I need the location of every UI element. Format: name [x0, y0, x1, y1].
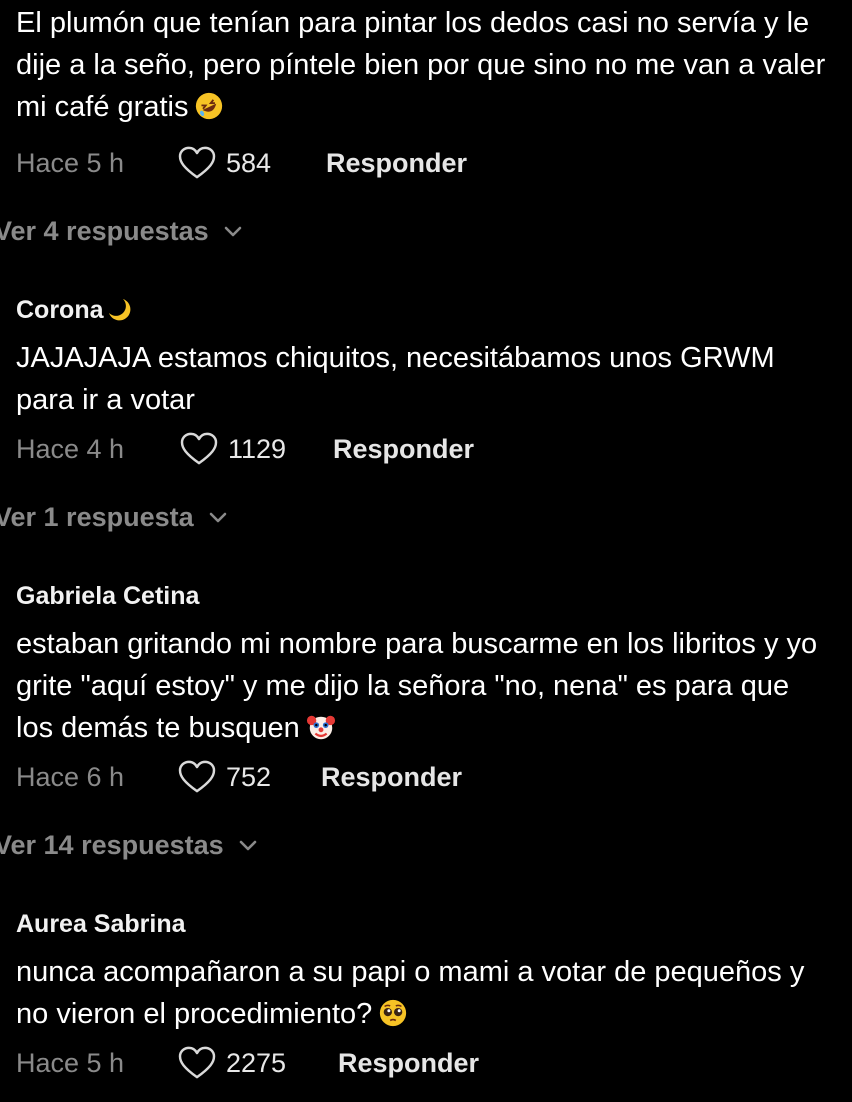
view-replies-link[interactable]: Ver 4 respuestas — [0, 213, 243, 249]
like-button[interactable]: 2275 — [178, 1046, 338, 1080]
view-replies-link[interactable]: Ver 14 respuestas — [0, 827, 258, 863]
heart-icon — [178, 1046, 216, 1079]
chevron-down-icon — [239, 840, 256, 851]
reply-button[interactable]: Responder — [338, 1048, 479, 1079]
like-button[interactable]: 584 — [178, 146, 326, 180]
timestamp: Hace 5 h — [16, 147, 125, 178]
comment-text: El plumón que tenían para pintar los ded… — [16, 7, 826, 123]
comment-author[interactable]: Aurea Sabrina — [16, 909, 832, 939]
like-button[interactable]: 1129 — [180, 432, 333, 466]
heart-icon — [180, 432, 218, 465]
like-count: 752 — [226, 761, 272, 792]
reply-button[interactable]: Responder — [326, 148, 467, 179]
like-count: 2275 — [226, 1047, 287, 1078]
heart-icon — [178, 146, 216, 179]
chevron-down-icon — [209, 512, 226, 523]
comment-text: estaban gritando mi nombre para buscarme… — [16, 628, 818, 744]
heart-icon — [178, 760, 216, 793]
pleading-face-emoji-icon — [380, 999, 407, 1027]
comment-1: El plumón que tenían para pintar los ded… — [16, 2, 832, 128]
reply-button[interactable]: Responder — [333, 434, 474, 465]
comment-4-meta: Hace 5 h 2275 Responder — [16, 1043, 479, 1083]
like-button[interactable]: 752 — [178, 760, 321, 794]
view-replies-link[interactable]: Ver 1 respuesta — [0, 499, 228, 535]
rolling-laughing-emoji-icon — [196, 92, 223, 120]
timestamp: Hace 6 h — [16, 761, 125, 792]
crescent-moon-icon — [108, 299, 130, 321]
like-count: 1129 — [228, 433, 287, 464]
comment-author[interactable]: Corona — [16, 295, 832, 325]
comment-4: Aurea Sabrina nunca acompañaron a su pap… — [16, 909, 832, 1035]
clown-face-emoji-icon — [306, 715, 335, 740]
comment-text: JAJAJAJA estamos chiquitos, necesitábamo… — [16, 342, 775, 416]
comment-3-meta: Hace 6 h 752 Responder — [16, 757, 462, 797]
timestamp: Hace 4 h — [16, 433, 125, 464]
like-count: 584 — [226, 147, 272, 178]
comment-2: Corona JAJAJAJA estamos chiquitos, neces… — [16, 295, 832, 421]
comment-3: Gabriela Cetina estaban gritando mi nomb… — [16, 581, 832, 749]
chevron-down-icon — [224, 226, 241, 237]
comment-1-meta: Hace 5 h 584 Responder — [16, 143, 467, 183]
timestamp: Hace 5 h — [16, 1047, 125, 1078]
reply-button[interactable]: Responder — [321, 762, 462, 793]
comment-text: nunca acompañaron a su papi o mami a vot… — [16, 956, 805, 1030]
comment-2-meta: Hace 4 h 1129 Responder — [16, 429, 474, 469]
comment-author[interactable]: Gabriela Cetina — [16, 581, 832, 611]
